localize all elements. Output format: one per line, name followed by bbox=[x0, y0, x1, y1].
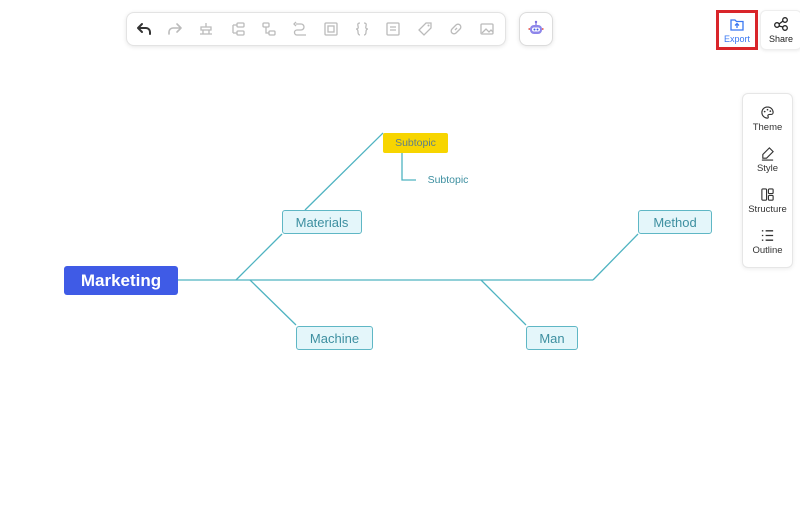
man-branch-line bbox=[480, 279, 527, 326]
mindmap-canvas[interactable]: Marketing Materials Subtopic Subtopic Me… bbox=[0, 0, 800, 510]
method-branch-line bbox=[592, 233, 639, 281]
topic-machine[interactable]: Machine bbox=[296, 326, 373, 350]
topic-man[interactable]: Man bbox=[526, 326, 578, 350]
materials-branch-line bbox=[235, 233, 283, 281]
topic-method[interactable]: Method bbox=[638, 210, 712, 234]
subtopic-node[interactable]: Subtopic bbox=[383, 133, 448, 153]
subtopic-leaf-line bbox=[401, 153, 416, 181]
fishbone-lines bbox=[178, 132, 639, 326]
topic-materials[interactable]: Materials bbox=[282, 210, 362, 234]
machine-branch-line bbox=[249, 279, 297, 326]
sub-subtopic-node[interactable]: Subtopic bbox=[420, 171, 476, 189]
subtopic-branch-line bbox=[304, 132, 384, 211]
root-topic-marketing[interactable]: Marketing bbox=[64, 266, 178, 295]
